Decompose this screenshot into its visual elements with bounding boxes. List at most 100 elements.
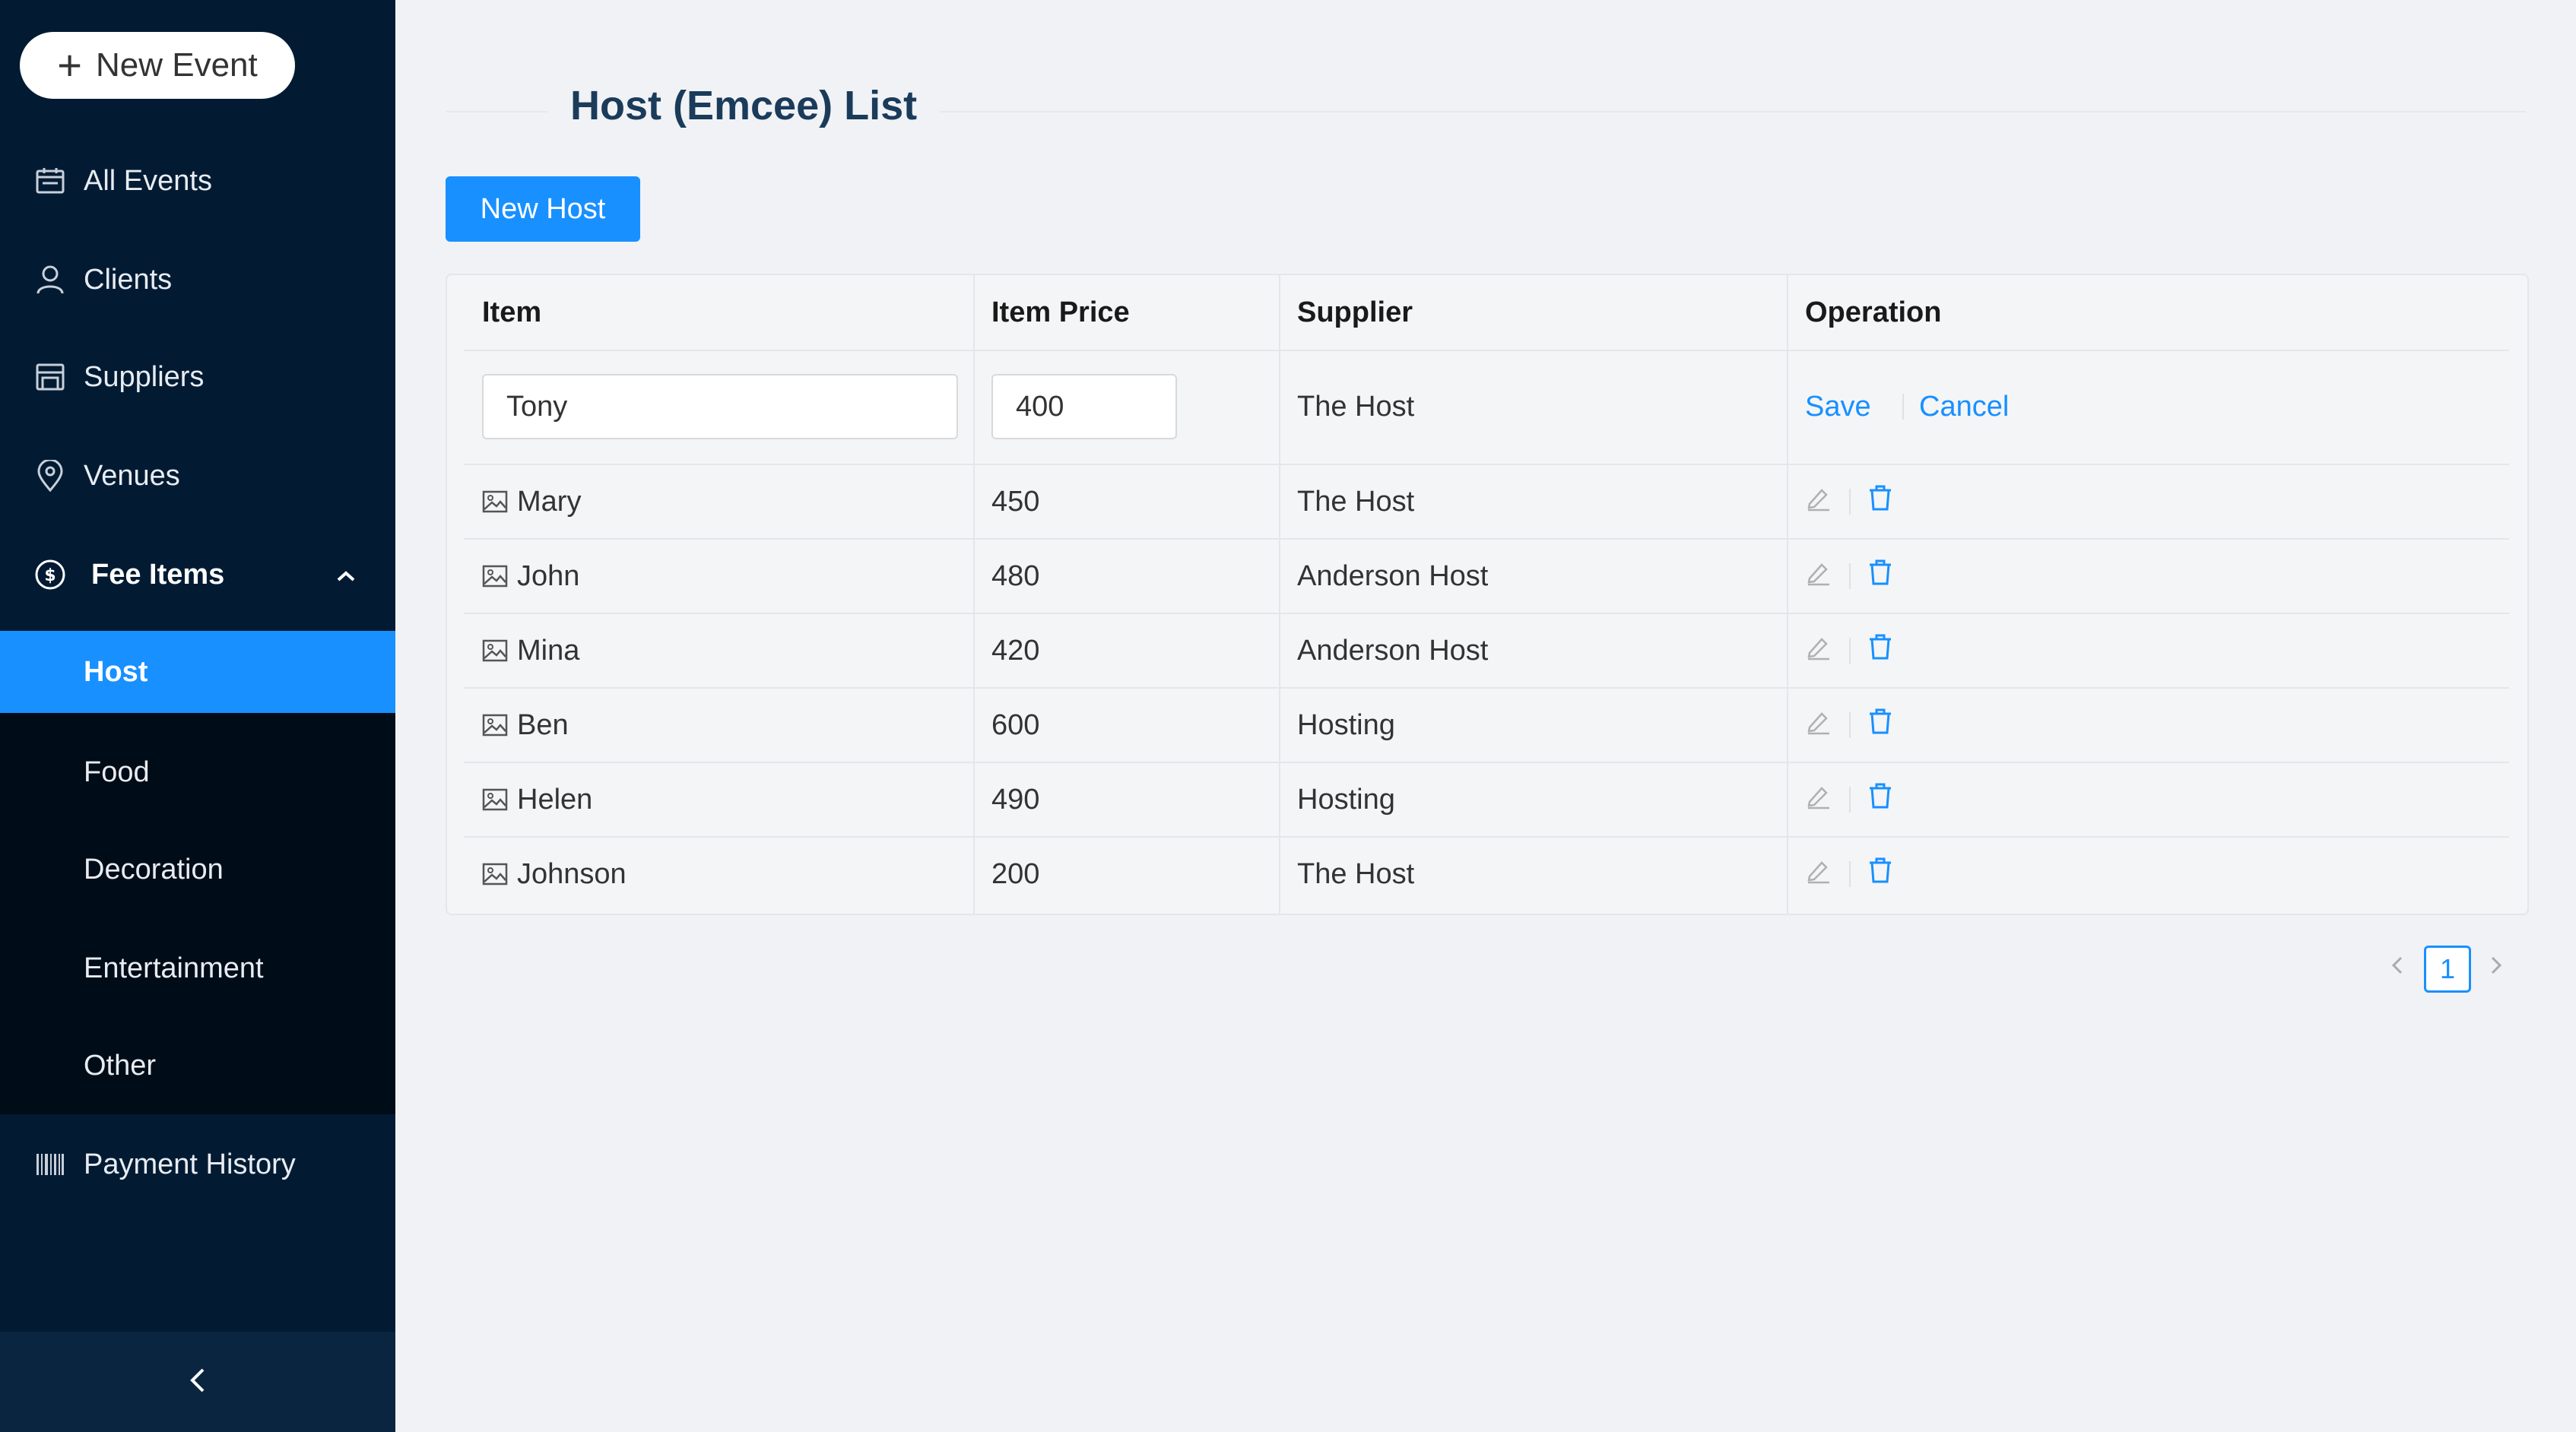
sidebar-item-label: Payment History	[84, 1148, 296, 1180]
delete-icon[interactable]	[1867, 633, 1893, 668]
price-cell: 420	[991, 634, 1040, 667]
price-cell: 600	[991, 708, 1040, 741]
item-name: John	[517, 559, 580, 592]
edit-icon[interactable]	[1805, 633, 1832, 668]
supplier-cell: Hosting	[1297, 708, 1395, 741]
operation-cell	[1805, 689, 1893, 762]
operation-divider	[1902, 394, 1904, 420]
sidebar-item-clients[interactable]: Clients	[0, 239, 395, 321]
sidebar: + New Event All Events Clients Suppliers	[0, 0, 395, 1432]
host-table: Item Item Price Supplier Operation Tony …	[446, 274, 2529, 915]
user-icon	[33, 263, 67, 296]
chevron-left-icon	[2391, 956, 2403, 974]
sidebar-subitem-host[interactable]: Host	[0, 631, 395, 713]
sidebar-collapse-button[interactable]	[0, 1332, 395, 1432]
edit-icon[interactable]	[1805, 857, 1832, 892]
location-icon	[33, 459, 67, 493]
image-icon	[482, 490, 508, 513]
edit-icon[interactable]	[1805, 782, 1832, 817]
sidebar-item-label: Suppliers	[84, 360, 205, 393]
column-header-supplier: Supplier	[1297, 296, 1413, 328]
save-link[interactable]: Save	[1805, 374, 1871, 439]
new-host-button[interactable]: New Host	[446, 176, 640, 242]
edit-icon[interactable]	[1805, 708, 1832, 743]
item-name: Mina	[517, 634, 580, 667]
price-cell: 200	[991, 857, 1040, 890]
sidebar-item-label: Venues	[84, 459, 180, 492]
subitem-label: Other	[84, 1049, 157, 1082]
delete-icon[interactable]	[1867, 708, 1893, 743]
page-title: Host (Emcee) List	[547, 82, 941, 129]
row-divider	[464, 687, 2509, 689]
svg-text:$: $	[44, 566, 56, 585]
operation-divider	[1849, 787, 1851, 813]
operation-cell	[1805, 838, 1893, 911]
item-name: Johnson	[517, 857, 627, 890]
supplier-cell: The Host	[1297, 390, 1415, 423]
item-name: Mary	[517, 485, 582, 518]
sidebar-item-label: Clients	[84, 263, 173, 296]
chevron-right-icon	[2491, 956, 2502, 974]
operation-cell	[1805, 465, 1893, 538]
sidebar-item-suppliers[interactable]: Suppliers	[0, 336, 395, 418]
sidebar-item-label: Fee Items	[91, 558, 225, 591]
sidebar-subitem-decoration[interactable]: Decoration	[0, 828, 395, 911]
chevron-up-icon[interactable]	[335, 559, 357, 591]
pagination-next-button[interactable]	[2486, 950, 2508, 988]
sidebar-item-fee-items[interactable]: $ Fee Items	[0, 534, 395, 616]
new-event-label: New Event	[95, 46, 258, 84]
column-header-operation: Operation	[1805, 296, 1942, 328]
supplier-cell: The Host	[1297, 485, 1415, 518]
supplier-cell: Anderson Host	[1297, 634, 1489, 667]
subitem-label: Food	[84, 756, 150, 788]
sidebar-subitem-entertainment[interactable]: Entertainment	[0, 927, 395, 1009]
operation-cell	[1805, 763, 1893, 836]
subitem-label: Entertainment	[84, 952, 264, 984]
item-cell: John	[482, 540, 579, 613]
supplier-cell: The Host	[1297, 857, 1415, 890]
dollar-icon: $	[33, 558, 67, 591]
sidebar-subitem-food[interactable]: Food	[0, 731, 395, 813]
sidebar-item-all-events[interactable]: All Events	[0, 140, 395, 222]
cancel-link[interactable]: Cancel	[1919, 374, 2009, 439]
edit-icon[interactable]	[1805, 559, 1832, 594]
supplier-cell: Hosting	[1297, 783, 1395, 816]
column-header-price: Item Price	[991, 296, 1130, 328]
calendar-icon	[33, 164, 67, 198]
item-cell: Mary	[482, 465, 581, 538]
row-divider	[464, 836, 2509, 838]
sidebar-item-venues[interactable]: Venues	[0, 435, 395, 517]
plus-icon: +	[57, 41, 82, 89]
store-icon	[33, 360, 67, 394]
operation-divider	[1849, 563, 1851, 589]
pagination-prev-button[interactable]	[2386, 950, 2407, 988]
price-cell: 450	[991, 485, 1040, 518]
column-header-item: Item	[482, 296, 542, 328]
price-cell: 480	[991, 559, 1040, 592]
image-icon	[482, 565, 508, 588]
edit-icon[interactable]	[1805, 484, 1832, 519]
delete-icon[interactable]	[1867, 484, 1893, 519]
operation-divider	[1849, 861, 1851, 887]
subitem-label: Decoration	[84, 853, 224, 885]
sidebar-item-payment-history[interactable]: Payment History	[0, 1123, 395, 1205]
item-cell: Helen	[482, 763, 592, 836]
item-cell: Ben	[482, 689, 569, 762]
item-name-input[interactable]: Tony	[482, 374, 958, 439]
row-divider	[464, 350, 2509, 351]
delete-icon[interactable]	[1867, 782, 1893, 817]
pagination-page-button[interactable]: 1	[2424, 946, 2471, 993]
main-content: Host (Emcee) List New Host Item Item Pri…	[395, 0, 2576, 1432]
image-icon	[482, 863, 508, 885]
delete-icon[interactable]	[1867, 857, 1893, 892]
item-cell: Johnson	[482, 838, 627, 911]
sidebar-subitem-other[interactable]: Other	[0, 1025, 395, 1107]
column-divider	[1279, 275, 1280, 914]
delete-icon[interactable]	[1867, 559, 1893, 594]
column-divider	[973, 275, 975, 914]
operation-divider	[1849, 712, 1851, 738]
image-icon	[482, 714, 508, 737]
new-event-button[interactable]: + New Event	[20, 32, 295, 99]
sidebar-item-label: All Events	[84, 164, 212, 197]
item-price-input[interactable]: 400	[991, 374, 1177, 439]
